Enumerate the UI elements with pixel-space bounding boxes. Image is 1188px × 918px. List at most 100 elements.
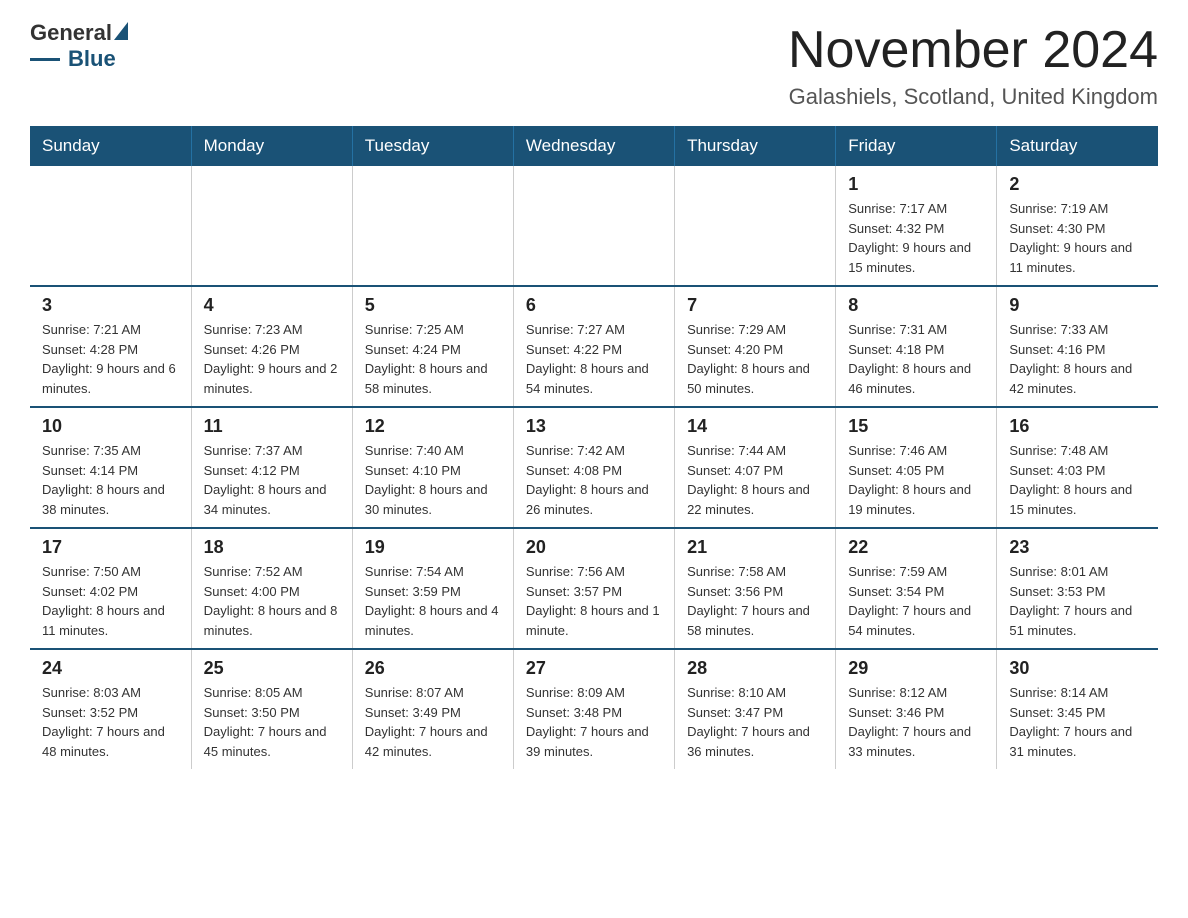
day-info: Sunrise: 7:40 AM Sunset: 4:10 PM Dayligh… [365,441,501,519]
day-number: 13 [526,416,662,437]
day-number: 1 [848,174,984,195]
calendar-cell [675,166,836,286]
calendar-cell: 13 Sunrise: 7:42 AM Sunset: 4:08 PM Dayli… [513,407,674,528]
calendar-cell: 27Sunrise: 8:09 AM Sunset: 3:48 PM Dayli… [513,649,674,769]
header-cell-saturday: Saturday [997,126,1158,166]
calendar-cell: 9 Sunrise: 7:33 AM Sunset: 4:16 PM Daylig… [997,286,1158,407]
day-info: Sunrise: 7:19 AM Sunset: 4:30 PM Dayligh… [1009,199,1146,277]
header-cell-wednesday: Wednesday [513,126,674,166]
day-number: 15 [848,416,984,437]
calendar-cell: 5 Sunrise: 7:25 AM Sunset: 4:24 PM Daylig… [352,286,513,407]
header-cell-monday: Monday [191,126,352,166]
calendar-body: 1 Sunrise: 7:17 AM Sunset: 4:32 PM Daylig… [30,166,1158,769]
day-info: Sunrise: 7:50 AM Sunset: 4:02 PM Dayligh… [42,562,179,640]
day-number: 4 [204,295,340,316]
day-number: 9 [1009,295,1146,316]
day-number: 16 [1009,416,1146,437]
day-number: 3 [42,295,179,316]
day-number: 8 [848,295,984,316]
week-row-1: 1 Sunrise: 7:17 AM Sunset: 4:32 PM Daylig… [30,166,1158,286]
day-info: Sunrise: 7:37 AM Sunset: 4:12 PM Dayligh… [204,441,340,519]
day-info: Sunrise: 7:17 AM Sunset: 4:32 PM Dayligh… [848,199,984,277]
day-number: 11 [204,416,340,437]
day-info: Sunrise: 8:10 AM Sunset: 3:47 PM Dayligh… [687,683,823,761]
calendar-cell: 16 Sunrise: 7:48 AM Sunset: 4:03 PM Dayli… [997,407,1158,528]
day-info: Sunrise: 7:46 AM Sunset: 4:05 PM Dayligh… [848,441,984,519]
day-info: Sunrise: 7:31 AM Sunset: 4:18 PM Dayligh… [848,320,984,398]
week-row-3: 10 Sunrise: 7:35 AM Sunset: 4:14 PM Dayli… [30,407,1158,528]
day-number: 12 [365,416,501,437]
day-info: Sunrise: 7:35 AM Sunset: 4:14 PM Dayligh… [42,441,179,519]
calendar-cell: 21Sunrise: 7:58 AM Sunset: 3:56 PM Dayli… [675,528,836,649]
calendar-cell [352,166,513,286]
day-info: Sunrise: 7:25 AM Sunset: 4:24 PM Dayligh… [365,320,501,398]
header-cell-sunday: Sunday [30,126,191,166]
day-number: 18 [204,537,340,558]
calendar-cell: 4Sunrise: 7:23 AM Sunset: 4:26 PM Daylig… [191,286,352,407]
day-info: Sunrise: 8:05 AM Sunset: 3:50 PM Dayligh… [204,683,340,761]
day-number: 24 [42,658,179,679]
day-number: 22 [848,537,984,558]
calendar-cell: 10 Sunrise: 7:35 AM Sunset: 4:14 PM Dayli… [30,407,191,528]
calendar-cell: 1 Sunrise: 7:17 AM Sunset: 4:32 PM Daylig… [836,166,997,286]
calendar-cell: 26 Sunrise: 8:07 AM Sunset: 3:49 PM Dayli… [352,649,513,769]
calendar-cell: 30Sunrise: 8:14 AM Sunset: 3:45 PM Dayli… [997,649,1158,769]
day-info: Sunrise: 8:03 AM Sunset: 3:52 PM Dayligh… [42,683,179,761]
calendar-header: SundayMondayTuesdayWednesdayThursdayFrid… [30,126,1158,166]
header-cell-thursday: Thursday [675,126,836,166]
day-number: 17 [42,537,179,558]
day-info: Sunrise: 8:12 AM Sunset: 3:46 PM Dayligh… [848,683,984,761]
logo-line [30,58,60,61]
day-info: Sunrise: 7:59 AM Sunset: 3:54 PM Dayligh… [848,562,984,640]
calendar-cell [513,166,674,286]
day-number: 30 [1009,658,1146,679]
day-info: Sunrise: 7:33 AM Sunset: 4:16 PM Dayligh… [1009,320,1146,398]
header-row: SundayMondayTuesdayWednesdayThursdayFrid… [30,126,1158,166]
calendar-cell: 23Sunrise: 8:01 AM Sunset: 3:53 PM Dayli… [997,528,1158,649]
logo-general-text: General [30,20,128,46]
day-number: 14 [687,416,823,437]
month-title: November 2024 [788,20,1158,80]
calendar-cell: 6 Sunrise: 7:27 AM Sunset: 4:22 PM Daylig… [513,286,674,407]
calendar-cell: 20 Sunrise: 7:56 AM Sunset: 3:57 PM Dayli… [513,528,674,649]
calendar-cell: 12 Sunrise: 7:40 AM Sunset: 4:10 PM Dayli… [352,407,513,528]
week-row-5: 24 Sunrise: 8:03 AM Sunset: 3:52 PM Dayli… [30,649,1158,769]
calendar-cell: 18 Sunrise: 7:52 AM Sunset: 4:00 PM Dayli… [191,528,352,649]
day-number: 10 [42,416,179,437]
calendar-cell: 19 Sunrise: 7:54 AM Sunset: 3:59 PM Dayli… [352,528,513,649]
day-number: 7 [687,295,823,316]
calendar-table: SundayMondayTuesdayWednesdayThursdayFrid… [30,126,1158,769]
day-info: Sunrise: 7:48 AM Sunset: 4:03 PM Dayligh… [1009,441,1146,519]
calendar-cell: 29Sunrise: 8:12 AM Sunset: 3:46 PM Dayli… [836,649,997,769]
calendar-cell: 14 Sunrise: 7:44 AM Sunset: 4:07 PM Dayli… [675,407,836,528]
day-info: Sunrise: 7:44 AM Sunset: 4:07 PM Dayligh… [687,441,823,519]
day-number: 28 [687,658,823,679]
calendar-cell [30,166,191,286]
day-number: 20 [526,537,662,558]
calendar-cell: 17 Sunrise: 7:50 AM Sunset: 4:02 PM Dayli… [30,528,191,649]
calendar-cell: 28 Sunrise: 8:10 AM Sunset: 3:47 PM Dayli… [675,649,836,769]
logo-general-label: General [30,20,112,46]
day-number: 19 [365,537,501,558]
day-info: Sunrise: 8:07 AM Sunset: 3:49 PM Dayligh… [365,683,501,761]
day-info: Sunrise: 8:01 AM Sunset: 3:53 PM Dayligh… [1009,562,1146,640]
day-number: 27 [526,658,662,679]
day-number: 5 [365,295,501,316]
day-info: Sunrise: 7:56 AM Sunset: 3:57 PM Dayligh… [526,562,662,640]
page-header: General Blue November 2024 Galashiels, S… [30,20,1158,110]
calendar-cell: 11 Sunrise: 7:37 AM Sunset: 4:12 PM Dayli… [191,407,352,528]
day-number: 26 [365,658,501,679]
calendar-cell: 3Sunrise: 7:21 AM Sunset: 4:28 PM Daylig… [30,286,191,407]
calendar-cell: 24 Sunrise: 8:03 AM Sunset: 3:52 PM Dayli… [30,649,191,769]
day-number: 6 [526,295,662,316]
day-info: Sunrise: 7:42 AM Sunset: 4:08 PM Dayligh… [526,441,662,519]
header-cell-tuesday: Tuesday [352,126,513,166]
day-info: Sunrise: 7:52 AM Sunset: 4:00 PM Dayligh… [204,562,340,640]
day-number: 2 [1009,174,1146,195]
calendar-cell: 15 Sunrise: 7:46 AM Sunset: 4:05 PM Dayli… [836,407,997,528]
day-info: Sunrise: 7:27 AM Sunset: 4:22 PM Dayligh… [526,320,662,398]
header-cell-friday: Friday [836,126,997,166]
day-info: Sunrise: 7:54 AM Sunset: 3:59 PM Dayligh… [365,562,501,640]
calendar-cell: 22 Sunrise: 7:59 AM Sunset: 3:54 PM Dayli… [836,528,997,649]
calendar-cell: 7Sunrise: 7:29 AM Sunset: 4:20 PM Daylig… [675,286,836,407]
